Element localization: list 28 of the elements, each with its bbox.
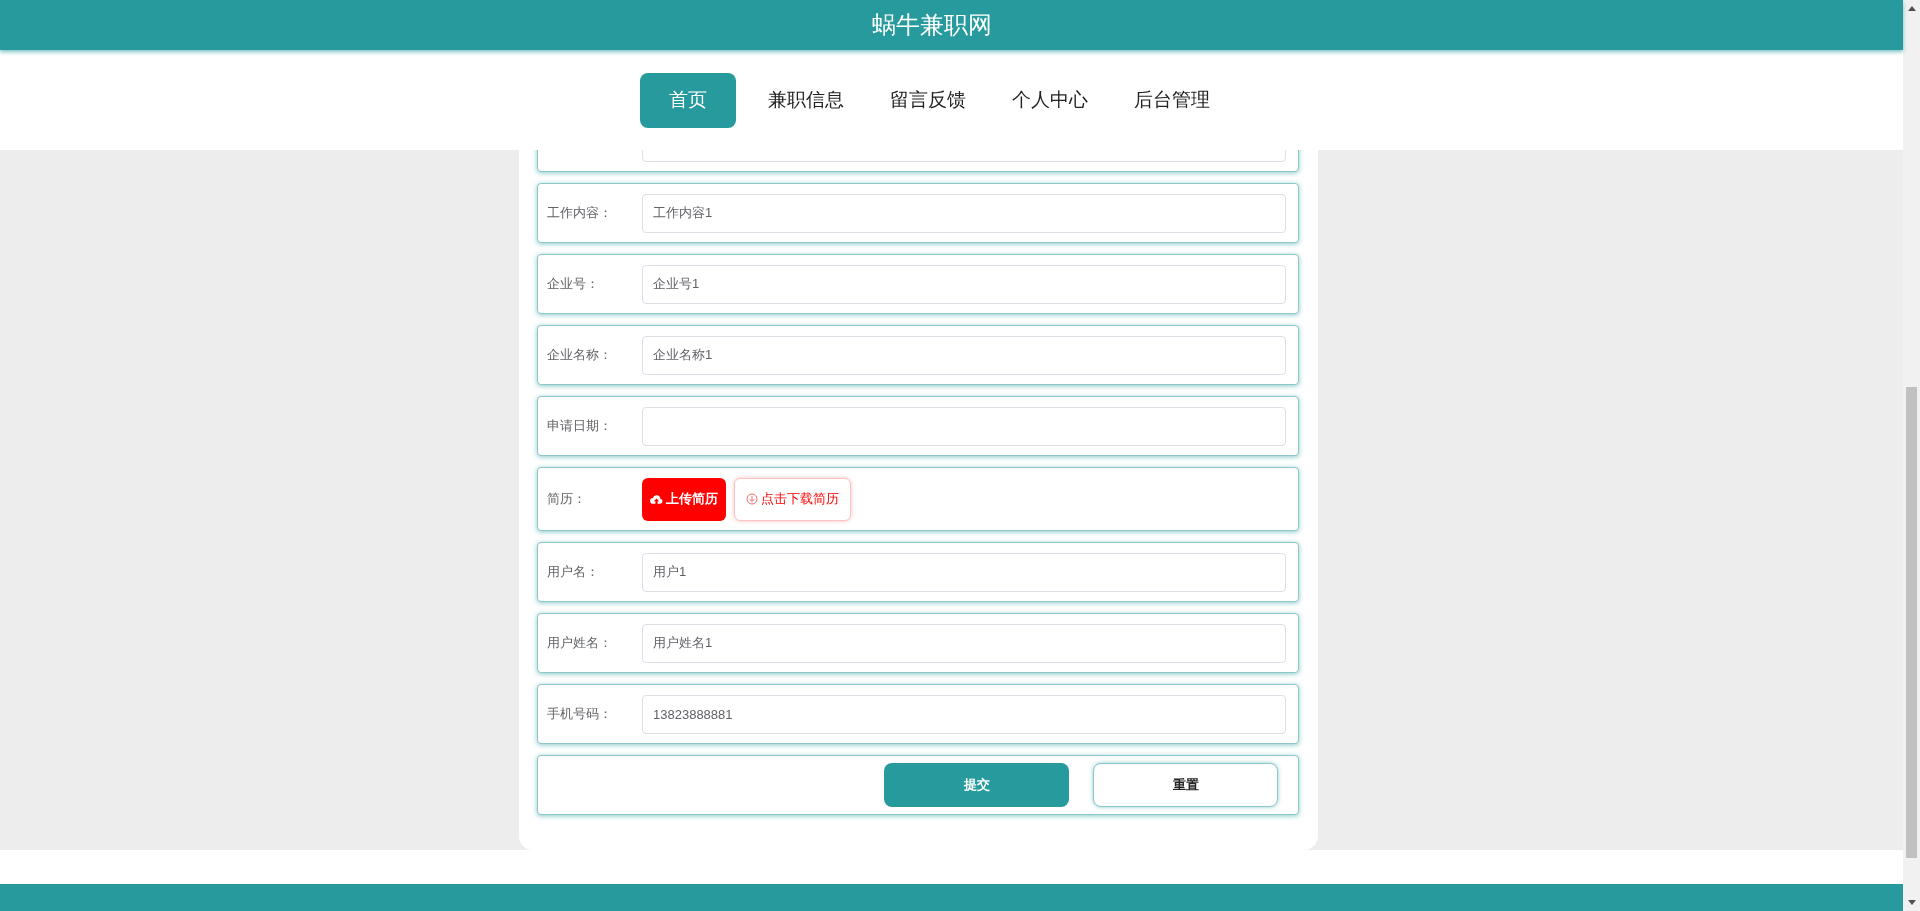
field-label: 企业号： <box>547 275 600 293</box>
input-field[interactable]: 用户姓名1 <box>642 623 1286 663</box>
input-field[interactable]: 13823888881 <box>642 694 1286 734</box>
input-field[interactable]: 企业名称1 <box>642 335 1286 375</box>
field-label: 用户名： <box>547 563 600 581</box>
input-field[interactable] <box>642 406 1286 446</box>
nav-tab[interactable]: 首页 <box>639 72 736 128</box>
field-label: 手机号码： <box>547 705 613 723</box>
field-label: 工作内容： <box>547 204 613 222</box>
download-resume-button[interactable]: 点击下载简历 <box>734 477 851 521</box>
nav-tab[interactable]: 兼职信息 <box>753 72 858 128</box>
download-icon <box>746 493 758 505</box>
cloud-upload-icon <box>650 493 663 505</box>
input-field[interactable]: 用户1 <box>642 552 1286 592</box>
submit-button[interactable]: 提交 <box>884 763 1069 807</box>
input-field[interactable]: 工作内容1 <box>642 193 1286 233</box>
nav-tab[interactable]: 后台管理 <box>1119 72 1224 128</box>
field-label: 申请日期： <box>547 417 613 435</box>
field-label: 企业名称： <box>547 346 613 364</box>
field-label: 用户姓名： <box>547 634 613 652</box>
nav-tab[interactable]: 个人中心 <box>997 72 1102 128</box>
scrollbar-thumb[interactable] <box>1906 387 1917 858</box>
upload-resume-button[interactable]: 上传简历 <box>642 477 726 521</box>
input-field[interactable]: 企业号1 <box>642 264 1286 304</box>
reset-button[interactable]: 重置 <box>1093 763 1278 807</box>
site-title: 蜗牛兼职网 <box>871 10 992 40</box>
field-label: 简历： <box>547 490 587 508</box>
nav-tab[interactable]: 留言反馈 <box>875 72 980 128</box>
